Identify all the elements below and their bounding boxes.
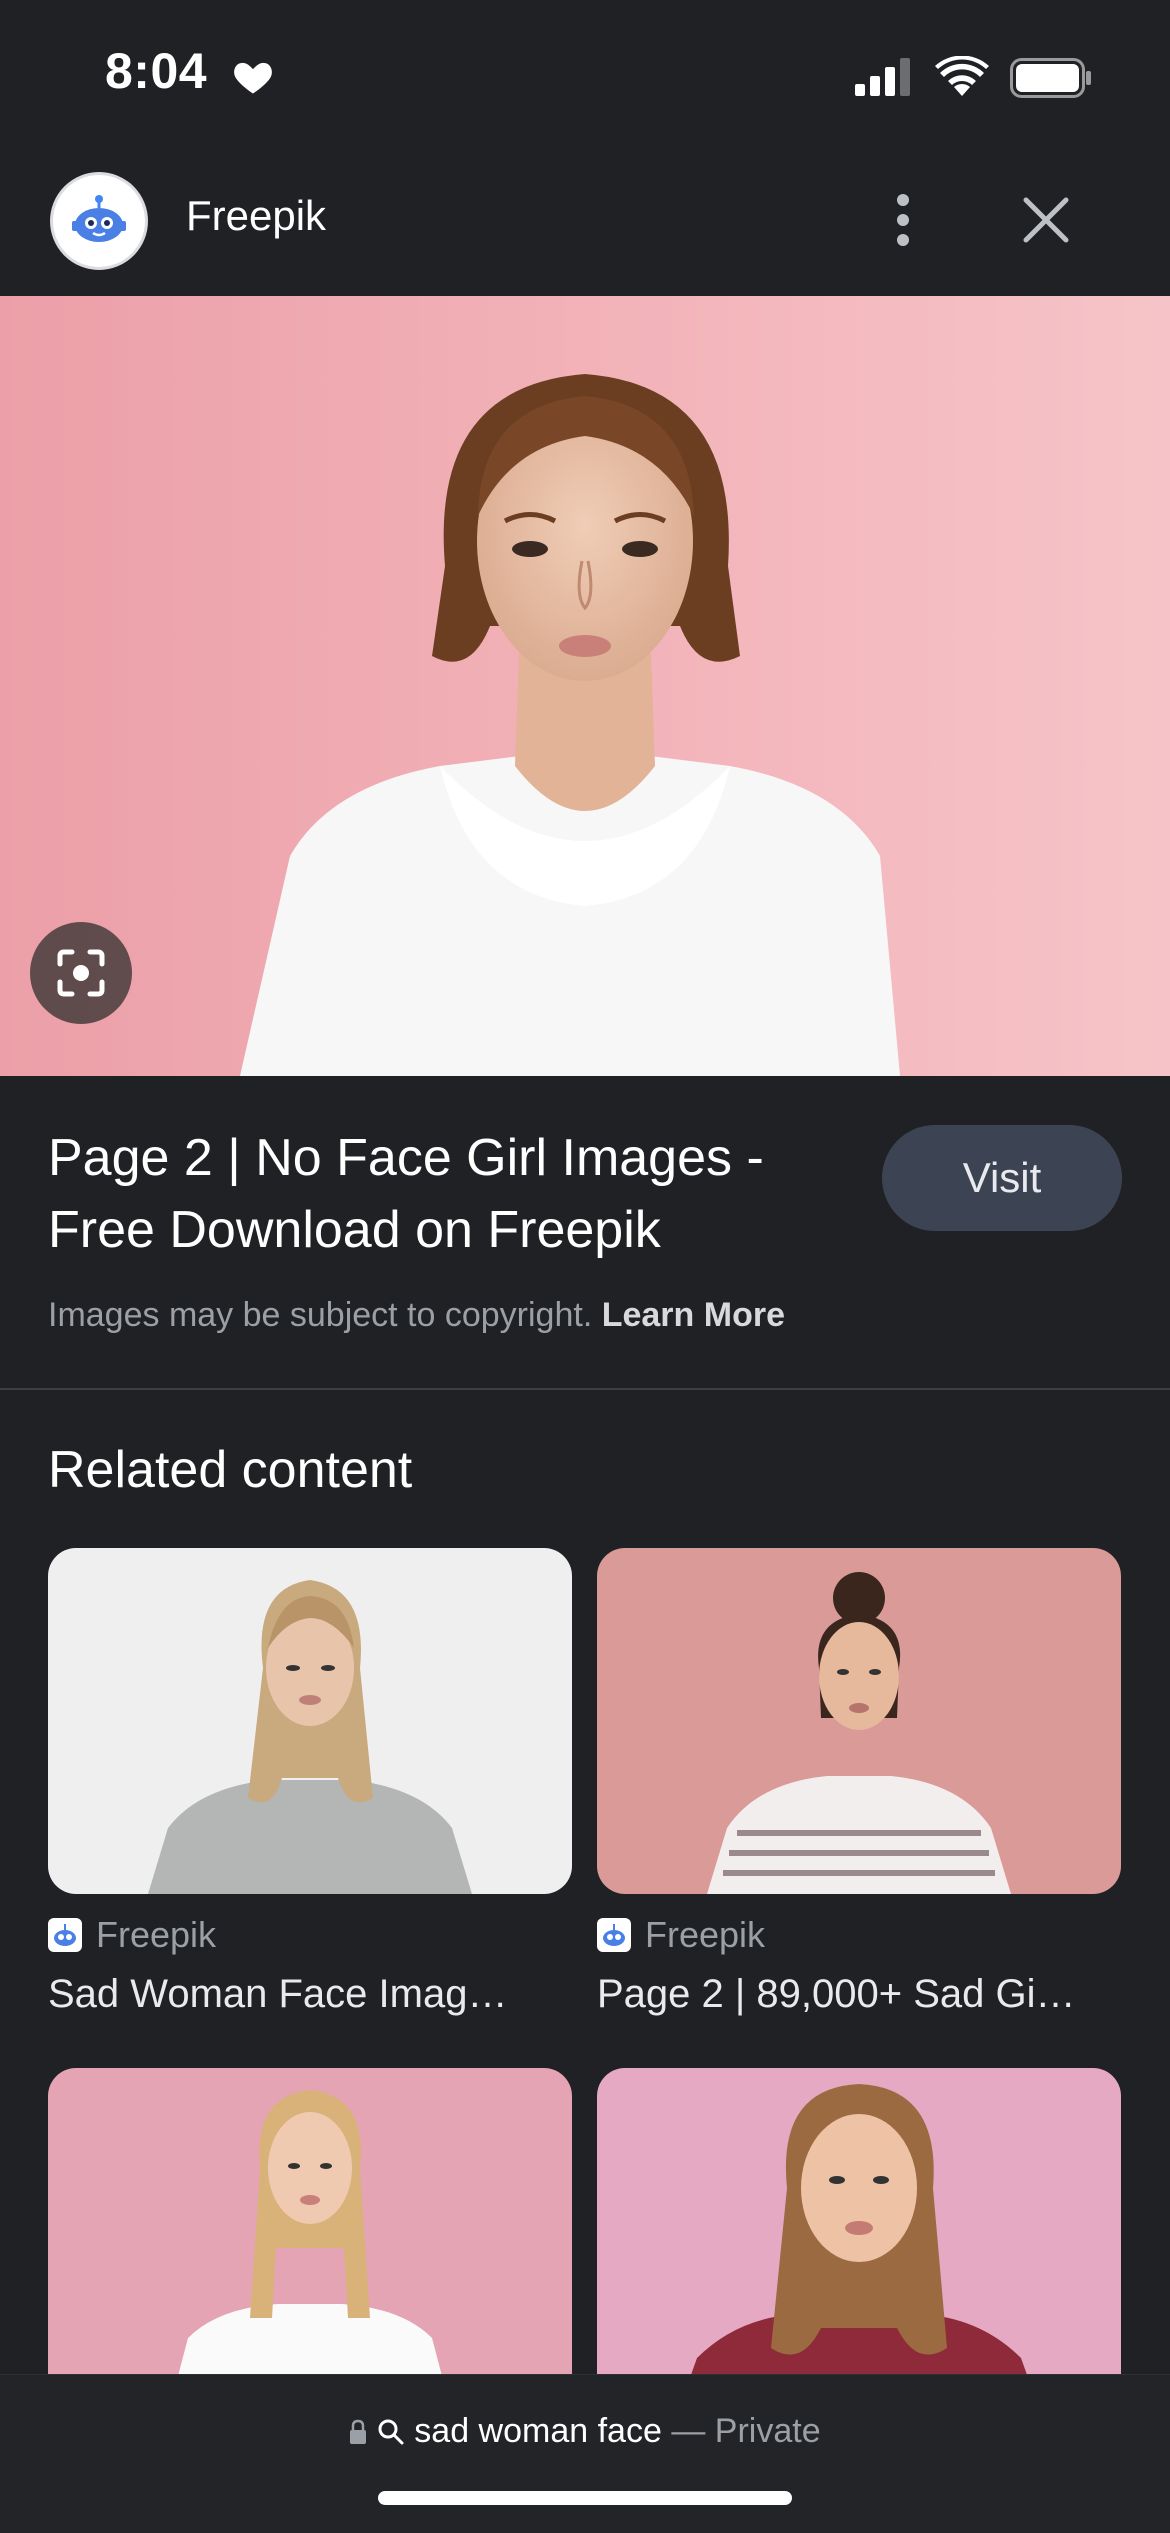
related-image-4 <box>597 2068 1121 2414</box>
related-title-1[interactable]: Sad Woman Face Imag… <box>48 1972 572 2017</box>
lens-scan-icon <box>57 949 105 997</box>
home-indicator[interactable] <box>378 2491 792 2505</box>
private-mode-label: — Private <box>671 2412 821 2450</box>
robot-logo-icon <box>603 1924 625 1946</box>
result-title[interactable]: Page 2 | No Face Girl Images - Free Down… <box>48 1122 848 1266</box>
site-name[interactable]: Freepik <box>186 192 326 240</box>
result-title-line-2: Free Download on Freepik <box>48 1201 661 1259</box>
related-source-1: Freepik <box>96 1914 217 1955</box>
result-title-line-1: Page 2 | No Face Girl Images - <box>48 1129 764 1187</box>
lock-icon <box>350 2419 367 2444</box>
search-icon <box>378 2419 404 2445</box>
learn-more-link[interactable]: Learn More <box>602 1296 785 1334</box>
viewer-header <box>0 150 1170 296</box>
freepik-favicon <box>597 1918 631 1952</box>
related-thumbnail-1[interactable] <box>48 1548 572 1894</box>
woman-portrait-image <box>0 296 1170 1076</box>
bottom-address-bar[interactable] <box>0 2374 1170 2533</box>
related-image-2 <box>597 1548 1121 1894</box>
status-bar: 8:04 <box>0 0 1170 150</box>
address-bar-query[interactable]: sad woman face — Private <box>0 2412 1170 2451</box>
status-time: 8:04 <box>105 43 208 99</box>
divider <box>0 1388 1170 1390</box>
google-lens-button[interactable] <box>30 922 132 1024</box>
copyright-text: Images may be subject to copyright. <box>48 1296 593 1334</box>
close-icon[interactable] <box>1016 190 1076 250</box>
related-thumbnail-2[interactable] <box>597 1548 1121 1894</box>
related-thumbnail-3[interactable] <box>48 2068 572 2414</box>
related-image-3 <box>48 2068 572 2414</box>
freepik-favicon <box>48 1918 82 1952</box>
wifi-icon <box>935 56 989 96</box>
main-image[interactable] <box>0 296 1170 1076</box>
heart-icon <box>234 62 272 94</box>
cellular-signal-icon <box>855 58 910 96</box>
search-query-text: sad woman face <box>414 2412 662 2450</box>
robot-logo-icon <box>72 195 126 242</box>
related-thumbnail-4[interactable] <box>597 2068 1121 2414</box>
related-title-2[interactable]: Page 2 | 89,000+ Sad Gi… <box>597 1972 1121 2017</box>
related-source-2: Freepik <box>645 1914 766 1955</box>
robot-logo-icon <box>54 1924 76 1946</box>
more-options-icon[interactable] <box>880 190 926 250</box>
battery-icon <box>1010 58 1091 98</box>
site-favicon[interactable] <box>50 172 148 270</box>
copyright-notice: Images may be subject to copyright. Lear… <box>48 1296 785 1335</box>
visit-button[interactable]: Visit <box>882 1125 1122 1231</box>
related-content-heading: Related content <box>48 1441 413 1499</box>
related-image-1 <box>48 1548 572 1894</box>
